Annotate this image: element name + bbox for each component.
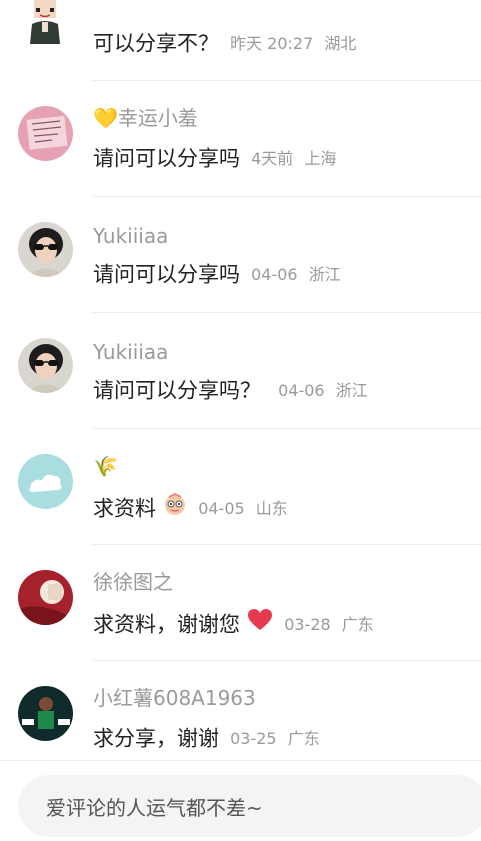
sunglasses-girl-avatar-icon[interactable] (18, 222, 73, 277)
comment-username[interactable]: 💛幸运小羞 (93, 106, 198, 130)
comment-time: 4天前 (251, 148, 294, 168)
divider (93, 544, 481, 545)
comment-location: 山东 (255, 498, 288, 518)
comment-text: 请问可以分享吗 (93, 146, 240, 171)
comment-item[interactable]: Yukiiiaa 请问可以分享吗？ 04-06 浙江 (0, 338, 481, 454)
sunglasses-girl-avatar-icon[interactable] (18, 338, 73, 393)
comment-input-placeholder[interactable]: 爱评论的人运气都不差~ (46, 792, 263, 821)
divider (93, 312, 481, 313)
comment-time: 昨天 20:27 (230, 33, 314, 53)
comment-item[interactable]: 💛幸运小羞 请问可以分享吗 4天前 上海 (0, 106, 481, 222)
sports-avatar-icon[interactable] (18, 686, 73, 741)
comment-text: 求资料 (93, 496, 156, 521)
comment-time: 03-25 (230, 728, 277, 748)
comment-location: 广东 (287, 728, 320, 748)
comment-text: 请问可以分享吗？ (93, 378, 261, 403)
comment-composer: 爱评论的人运气都不差~ (0, 760, 481, 841)
comment-location: 广东 (341, 614, 374, 634)
comment-location: 上海 (304, 148, 337, 168)
comment-item[interactable]: Yukiiiaa 请问可以分享吗 04-06 浙江 (0, 222, 481, 338)
comment-time: 04-06 (251, 264, 298, 284)
comment-username[interactable]: 🌾 (93, 454, 118, 478)
comment-text: 请问可以分享吗 (93, 262, 240, 287)
comment-item[interactable]: 可以分享不？ 昨天 20:27 湖北 (0, 0, 481, 56)
comment-text: 求分享，谢谢 (93, 726, 219, 751)
divider (93, 80, 481, 81)
comment-username[interactable]: Yukiiiaa (93, 224, 168, 248)
heart-emoji-icon (247, 608, 273, 641)
comment-item[interactable]: 徐徐图之 求资料，谢谢您 03-28 广东 (0, 570, 481, 686)
comment-time: 03-28 (284, 614, 331, 634)
comment-time: 04-05 (198, 498, 245, 518)
comment-text: 可以分享不？ (93, 31, 219, 56)
face-emoji-icon (163, 492, 187, 525)
comment-item[interactable]: 🌾 求资料 04-05 山东 (0, 454, 481, 570)
comment-location: 湖北 (324, 33, 357, 53)
comment-text: 求资料，谢谢您 (93, 612, 240, 637)
comment-time: 04-06 (278, 380, 325, 400)
comment-username[interactable]: 小红薯608A1963 (93, 686, 256, 710)
comment-username[interactable]: 徐徐图之 (93, 570, 173, 594)
cloud-avatar-icon[interactable] (18, 454, 73, 509)
pink-note-avatar-icon[interactable] (18, 106, 73, 161)
comment-location: 浙江 (335, 380, 368, 400)
comment-input[interactable]: 爱评论的人运气都不差~ (18, 775, 481, 837)
cartoon-avatar-icon[interactable] (28, 0, 62, 44)
divider (93, 660, 481, 661)
red-avatar-icon[interactable] (18, 570, 73, 625)
divider (93, 428, 481, 429)
comment-location: 浙江 (308, 264, 341, 284)
comment-username[interactable]: Yukiiiaa (93, 340, 168, 364)
divider (93, 196, 481, 197)
